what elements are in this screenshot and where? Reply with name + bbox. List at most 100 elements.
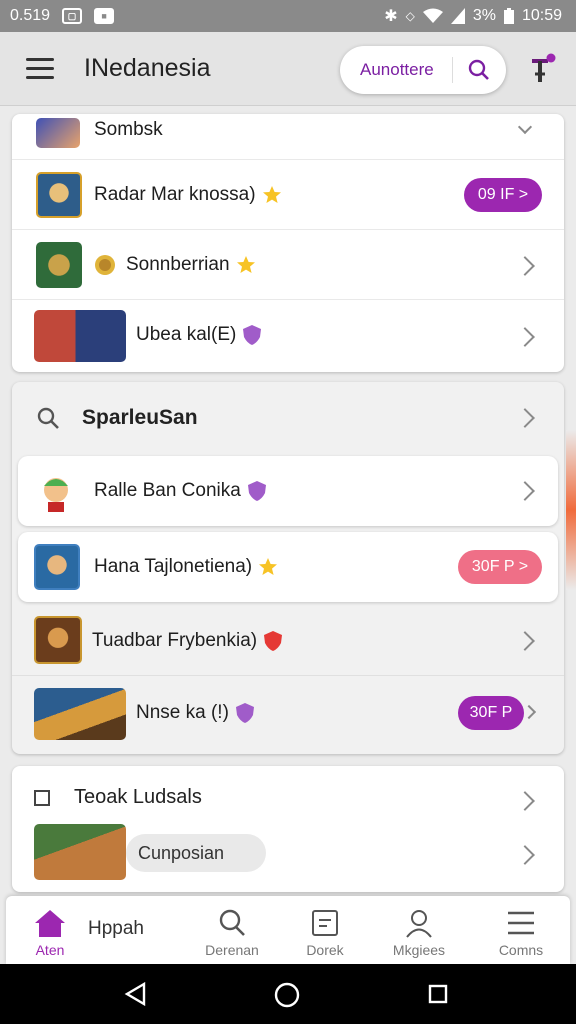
system-navigation-bar xyxy=(0,964,576,1024)
title-text: Nnse ka (!) xyxy=(136,702,229,724)
chevron-right-icon xyxy=(515,791,535,811)
list-item-title: Hana Tajlonetiena) xyxy=(94,556,278,578)
game-thumbnail xyxy=(34,824,126,880)
app-bar: INedanesia Aunottere xyxy=(0,32,576,106)
notification-icon-2: ■ xyxy=(94,8,115,24)
chevron-right-icon xyxy=(521,704,537,720)
section-card: SparleuSan Ralle Ban Conika Hana Tajlone… xyxy=(12,382,564,754)
shield-icon xyxy=(264,631,283,651)
status-clock: 10:59 xyxy=(521,7,562,24)
action-pill-button[interactable]: 30F P xyxy=(458,696,524,730)
section-card: Teoak Ludsals Cunposian xyxy=(12,766,564,892)
document-icon xyxy=(312,910,338,936)
nav-item-home[interactable]: Aten xyxy=(20,896,80,964)
shield-icon xyxy=(243,325,262,345)
app-title: INedanesia xyxy=(84,54,211,82)
title-text: Hana Tajlonetiena) xyxy=(94,556,253,577)
section-title: Teoak Ludsals xyxy=(74,786,202,808)
star-icon xyxy=(236,255,255,273)
search-icon xyxy=(37,407,59,429)
vibrate-icon: ◇ xyxy=(405,9,415,23)
nav-label: Comns xyxy=(498,942,544,958)
nav-item-more[interactable]: Comns xyxy=(488,896,554,964)
title-text: Ralle Ban Conika xyxy=(94,480,241,502)
title-text: Ubea kal(E) xyxy=(136,324,237,346)
action-pill-button[interactable]: 09 IF > xyxy=(464,178,542,212)
list-item-title: Radar Mar knossa) xyxy=(94,184,282,206)
home-icon xyxy=(35,910,65,937)
nav-item-documents[interactable]: Dorek xyxy=(292,896,358,964)
star-icon xyxy=(262,185,281,203)
menu-icon xyxy=(508,911,534,935)
nav-label: Mkgiees xyxy=(392,942,446,958)
game-thumbnail xyxy=(34,688,126,740)
nav-label: Aten xyxy=(35,942,65,958)
list-item[interactable]: Sombsk xyxy=(12,114,564,160)
chevron-right-icon xyxy=(517,119,533,135)
status-bar: 0.519 ▢ ■ ✱ ◇ 3% 10:59 xyxy=(0,0,576,32)
chevron-right-icon xyxy=(515,256,535,276)
coin-icon xyxy=(95,255,115,275)
signal-icon xyxy=(450,8,465,24)
games-list-card: Sombsk Radar Mar knossa) 09 IF > Sonnber… xyxy=(12,114,564,372)
list-item[interactable]: Tuadbar Frybenkia) xyxy=(12,604,564,676)
game-thumbnail xyxy=(34,310,126,362)
section-header[interactable]: SparleuSan xyxy=(12,382,564,452)
title-text: Sonnberrian xyxy=(126,254,230,275)
battery-text: 3% xyxy=(472,7,496,24)
game-thumbnail xyxy=(34,544,80,590)
hamburger-menu-icon[interactable] xyxy=(26,58,54,80)
bluetooth-icon: ✱ xyxy=(384,8,398,25)
recents-icon[interactable] xyxy=(428,984,448,1004)
chevron-right-icon xyxy=(515,408,535,428)
game-thumbnail xyxy=(36,172,82,218)
action-pill-button[interactable]: 30F P > xyxy=(458,550,542,584)
notification-icon: ▢ xyxy=(62,8,83,24)
back-icon[interactable] xyxy=(124,982,146,1006)
nav-label: Dorek xyxy=(306,942,344,958)
list-item-title: Sonnberrian xyxy=(126,254,256,276)
list-item-title: Nnse ka (!) xyxy=(136,702,255,724)
battery-icon xyxy=(503,8,514,24)
shield-icon xyxy=(235,703,254,723)
game-thumbnail xyxy=(36,242,82,288)
game-thumbnail xyxy=(36,118,80,148)
list-item[interactable]: Radar Mar knossa) 09 IF > xyxy=(12,160,564,230)
star-icon xyxy=(259,557,278,575)
list-item-title: Ubea kal(E) xyxy=(136,324,262,346)
list-item[interactable]: Nnse ka (!) 30F P xyxy=(12,676,564,750)
home-button-icon[interactable] xyxy=(274,982,300,1008)
search-label: Aunottere xyxy=(360,60,434,79)
nav-home-extra: Hppah xyxy=(88,918,144,939)
title-text: Tuadbar Frybenkia) xyxy=(92,630,258,652)
bottom-navigation: Aten Hppah Derenan Dorek Mkgiees Comns xyxy=(6,896,570,964)
list-item-title: Sombsk xyxy=(94,119,163,140)
list-item-title: Tuadbar Frybenkia) xyxy=(92,630,283,652)
section-title: SparleuSan xyxy=(82,406,198,429)
game-thumbnail xyxy=(34,616,82,664)
title-text: Radar Mar knossa) xyxy=(94,184,256,205)
search-button[interactable]: Aunottere xyxy=(340,46,506,94)
chevron-right-icon xyxy=(515,327,535,347)
nav-item-messages[interactable]: Mkgiees xyxy=(386,896,452,964)
section-header[interactable]: Teoak Ludsals xyxy=(12,766,564,830)
person-icon xyxy=(406,910,432,938)
wifi-icon xyxy=(422,8,443,23)
list-item[interactable]: Ralle Ban Conika xyxy=(18,456,558,526)
list-item[interactable]: Ubea kal(E) xyxy=(12,300,564,372)
checkbox-icon[interactable] xyxy=(34,790,50,806)
list-item[interactable]: Sonnberrian xyxy=(12,230,564,300)
search-icon[interactable] xyxy=(453,59,505,81)
filter-chip[interactable]: Cunposian xyxy=(126,834,266,872)
avatar-icon xyxy=(44,478,68,512)
shield-icon xyxy=(247,481,266,501)
search-icon xyxy=(219,909,245,936)
nav-item-search[interactable]: Derenan xyxy=(192,896,272,964)
chevron-right-icon xyxy=(515,481,535,501)
list-item[interactable]: Hana Tajlonetiena) 30F P > xyxy=(18,532,558,602)
chevron-right-icon xyxy=(515,845,535,865)
list-item-title: Ralle Ban Conika xyxy=(94,480,267,502)
chevron-right-icon xyxy=(515,631,535,651)
profile-notification-icon[interactable] xyxy=(526,52,558,84)
nav-label: Derenan xyxy=(205,942,259,958)
